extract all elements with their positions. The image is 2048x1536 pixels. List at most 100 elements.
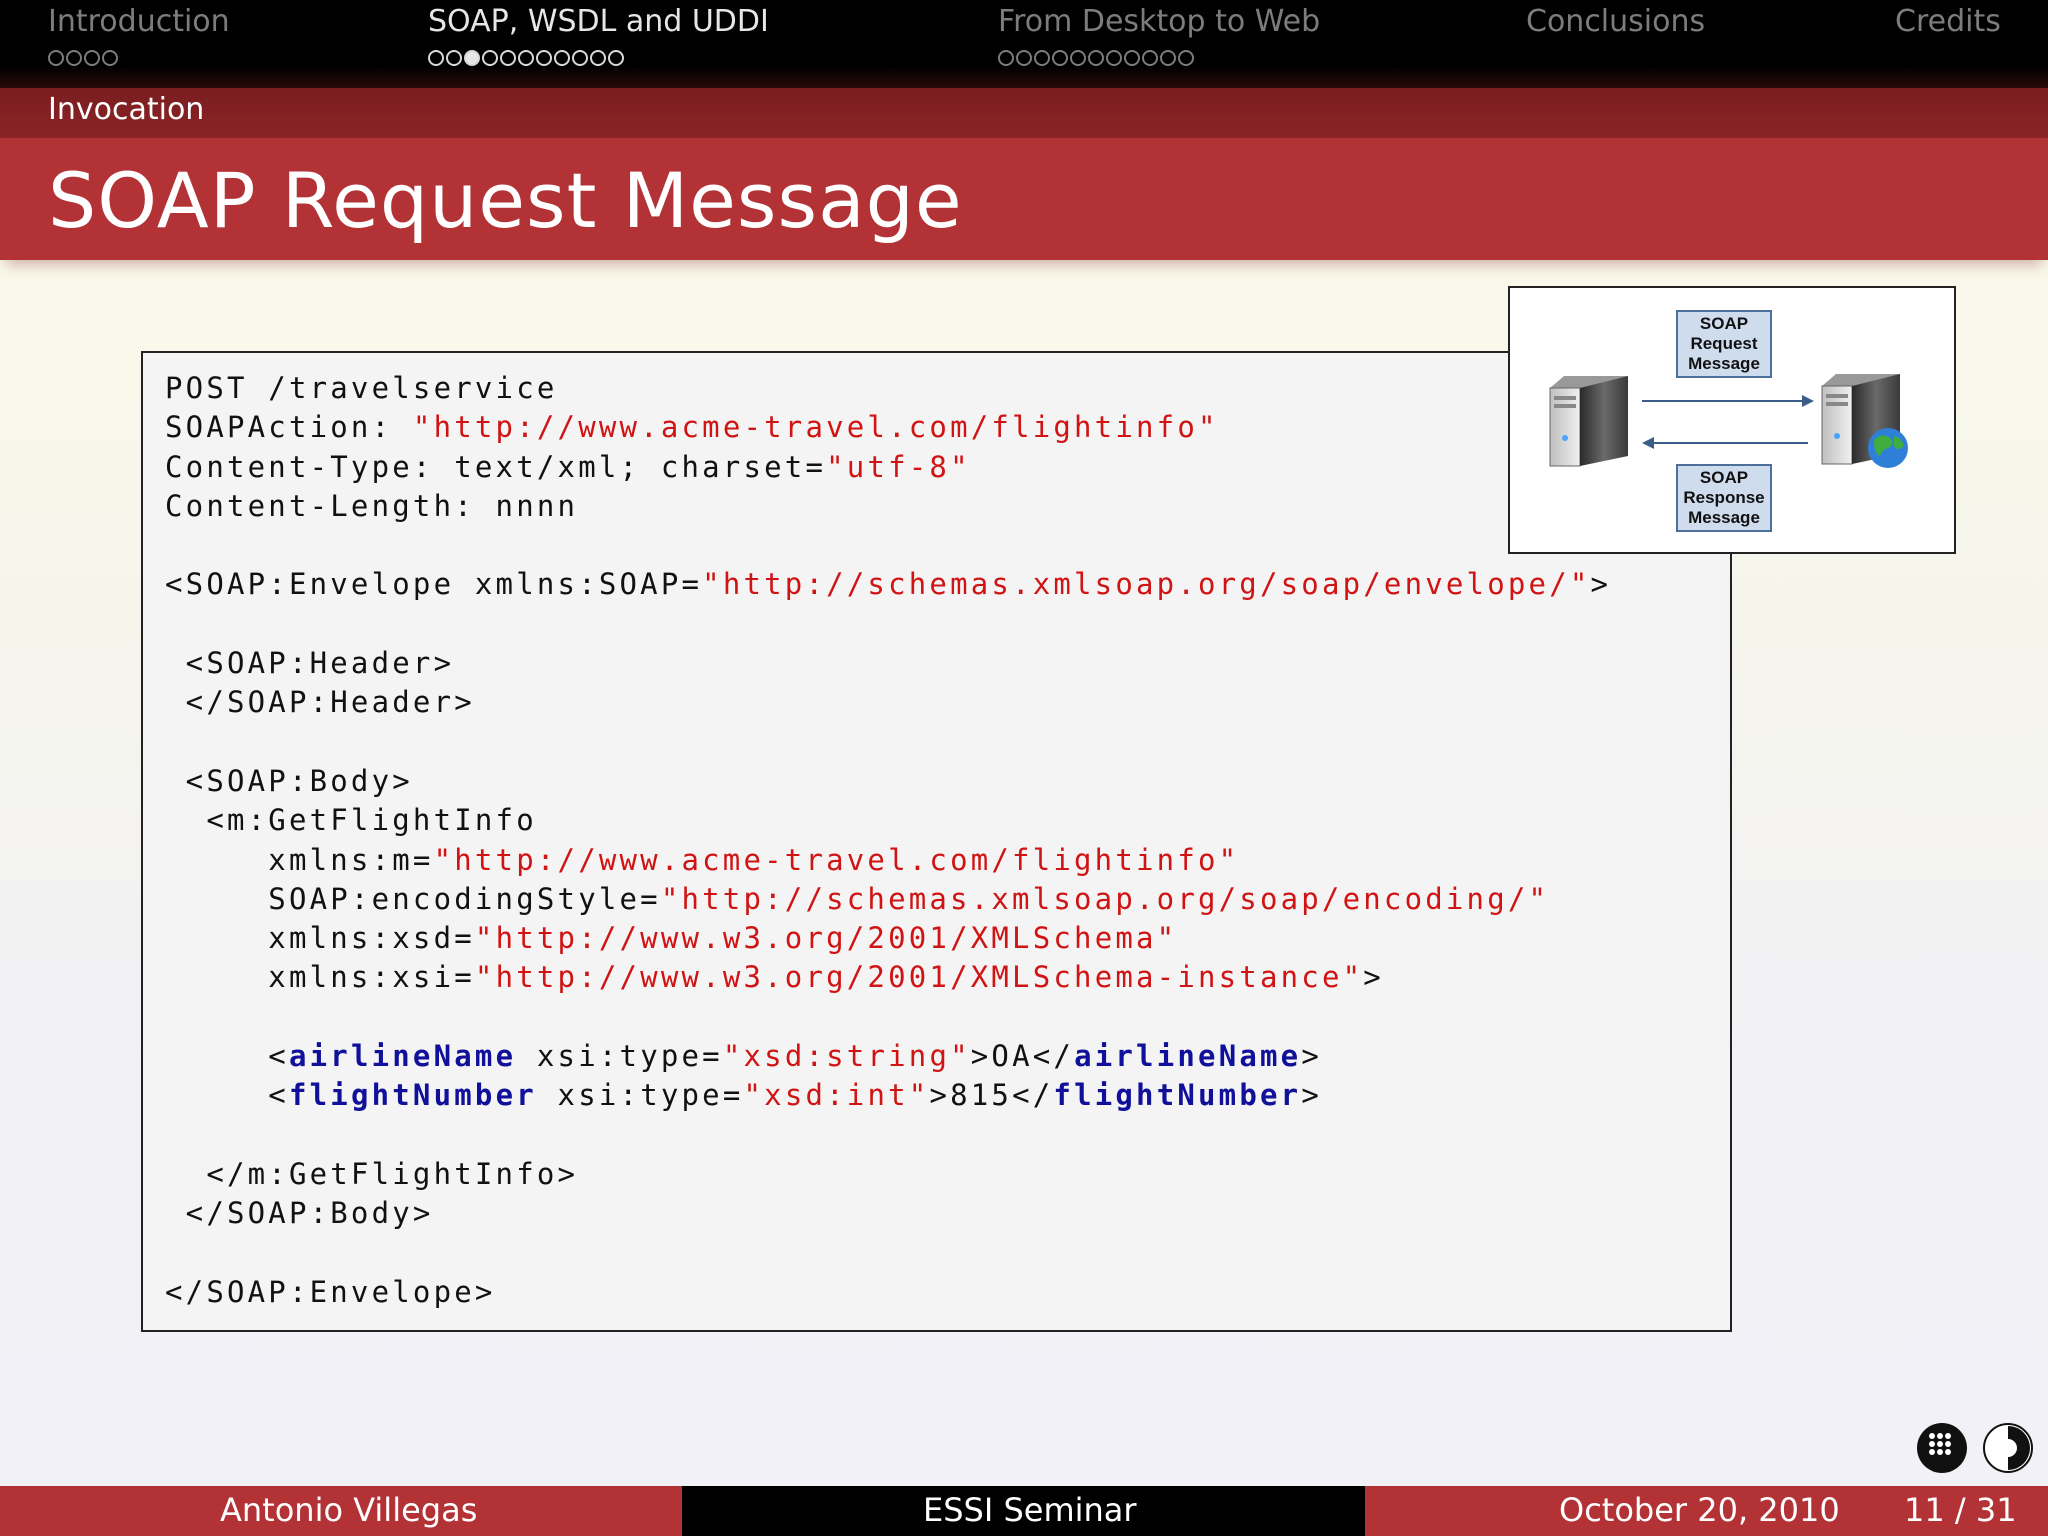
code-text: </SOAP:Header> — [165, 685, 475, 720]
diagram-graphics — [1549, 374, 1908, 468]
code-text: <SOAP:Envelope xmlns:SOAP= — [165, 567, 703, 602]
slide-dot[interactable] — [84, 50, 100, 66]
slide-dot[interactable] — [572, 50, 588, 66]
code-text: <SOAP:Body> — [165, 763, 413, 798]
slide-dot[interactable] — [1124, 50, 1140, 66]
code-string: "utf-8" — [826, 449, 971, 484]
slide-dot[interactable] — [554, 50, 570, 66]
slide-dot[interactable] — [1178, 50, 1194, 66]
code-listing: POST /travelservice SOAPAction: "http://w… — [165, 369, 1611, 1312]
code-line: Content-Type: text/xml; charset="utf-8" — [165, 448, 1611, 487]
code-text: SOAPAction: — [165, 410, 413, 445]
code-string: "http://schemas.xmlsoap.org/soap/envelop… — [702, 567, 1591, 602]
university-logos — [1917, 1423, 2033, 1473]
current-slide-dot[interactable] — [464, 50, 480, 66]
upc-logo-icon — [1917, 1423, 1967, 1473]
code-line: xmlns:m="http://www.acme-travel.com/flig… — [165, 841, 1611, 880]
code-text: Content-Length: nnnn — [165, 488, 579, 523]
code-string: "http://www.w3.org/2001/XMLSchema-instan… — [474, 960, 1364, 995]
page-number: 11 / 31 — [1904, 1491, 2017, 1529]
nav-section-label[interactable]: From Desktop to Web — [998, 4, 1320, 39]
footer-bar: Antonio Villegas ESSI Seminar October 20… — [0, 1486, 2048, 1536]
slide-dot[interactable] — [482, 50, 498, 66]
slide-dot[interactable] — [1052, 50, 1068, 66]
footer-date: October 20, 2010 — [1559, 1491, 1840, 1529]
code-text: </m:GetFlightInfo> — [165, 1156, 579, 1191]
slide-dot[interactable] — [1016, 50, 1032, 66]
footer-event: ESSI Seminar — [923, 1491, 1137, 1529]
code-line: <airlineName xsi:type="xsd:string">OA</a… — [165, 1037, 1611, 1076]
code-text: < — [165, 1039, 289, 1074]
code-text: <SOAP:Header> — [165, 646, 455, 681]
code-text: xmlns:xsd= — [165, 921, 475, 956]
slide-dot[interactable] — [1034, 50, 1050, 66]
section-navigation-bar: Introduction SOAP, WSDL and UDDI From De… — [0, 0, 2048, 88]
response-arrow — [1642, 437, 1808, 449]
code-line: SOAPAction: "http://www.acme-travel.com/… — [165, 408, 1611, 447]
code-text: > — [1301, 1039, 1323, 1074]
slide-dot[interactable] — [1106, 50, 1122, 66]
client-server-icon — [1549, 376, 1628, 467]
slide-dot[interactable] — [1088, 50, 1104, 66]
code-string: "http://www.w3.org/2001/XMLSchema" — [474, 921, 1178, 956]
code-line: xmlns:xsi="http://www.w3.org/2001/XMLSch… — [165, 958, 1611, 997]
nav-section-label[interactable]: Introduction — [48, 4, 230, 39]
slide-dot[interactable] — [608, 50, 624, 66]
code-text: POST /travelservice — [165, 371, 558, 405]
code-string: "http://www.acme-travel.com/flightinfo" — [433, 842, 1240, 877]
code-line: </SOAP:Body> — [165, 1194, 1611, 1233]
code-text: </SOAP:Body> — [165, 1196, 434, 1231]
nav-progress-dots[interactable] — [428, 50, 624, 66]
slide-dot[interactable] — [1142, 50, 1158, 66]
slide-dot[interactable] — [102, 50, 118, 66]
slide-dot[interactable] — [998, 50, 1014, 66]
nav-section-label[interactable]: SOAP, WSDL and UDDI — [428, 4, 769, 39]
nav-progress-dots[interactable] — [998, 50, 1194, 66]
code-string: "http://www.acme-travel.com/flightinfo" — [412, 410, 1219, 445]
code-text: > — [1301, 1078, 1322, 1113]
slide-dot[interactable] — [590, 50, 606, 66]
slide-dot[interactable] — [446, 50, 462, 66]
code-text: xsi:type= — [516, 1039, 723, 1074]
code-line: <SOAP:Envelope xmlns:SOAP="http://schema… — [165, 565, 1611, 604]
footer-date-panel: October 20, 2010 11 / 31 — [1365, 1486, 2048, 1536]
code-text: >OA</ — [970, 1039, 1075, 1074]
slide-dot[interactable] — [66, 50, 82, 66]
code-string: "xsd:int" — [743, 1078, 930, 1113]
code-keyword: airlineName — [1074, 1039, 1302, 1074]
slide-dot[interactable] — [1070, 50, 1086, 66]
code-line: </m:GetFlightInfo> — [165, 1155, 1611, 1194]
nav-progress-dots[interactable] — [48, 50, 118, 66]
footer-author: Antonio Villegas — [220, 1491, 478, 1529]
code-text: >815</ — [929, 1078, 1054, 1113]
code-line: </SOAP:Envelope> — [165, 1273, 1611, 1312]
code-line: <SOAP:Header> — [165, 644, 1611, 683]
slide-dot[interactable] — [500, 50, 516, 66]
code-string: "http://schemas.xmlsoap.org/soap/encodin… — [660, 881, 1550, 916]
nav-section-label[interactable]: Credits — [1895, 4, 2001, 39]
footer-event-panel: ESSI Seminar — [682, 1486, 1365, 1536]
code-line: Content-Length: nnnn — [165, 487, 1611, 526]
code-text: xmlns:xsi= — [165, 960, 475, 995]
code-text: SOAP:encodingStyle= — [165, 881, 661, 916]
request-arrow — [1642, 395, 1814, 407]
slide-dot[interactable] — [518, 50, 534, 66]
code-listing-box: POST /travelservice SOAPAction: "http://w… — [141, 351, 1732, 1332]
slide-dot[interactable] — [48, 50, 64, 66]
nav-section-label[interactable]: Conclusions — [1526, 4, 1705, 39]
globe-icon — [1868, 428, 1908, 468]
doctorate-logo-icon — [1983, 1423, 2033, 1473]
code-line: </SOAP:Header> — [165, 683, 1611, 722]
code-line: SOAP:encodingStyle="http://schemas.xmlso… — [165, 880, 1611, 919]
slide-dot[interactable] — [1160, 50, 1176, 66]
footer-author-panel: Antonio Villegas — [0, 1486, 682, 1536]
code-line: xmlns:xsd="http://www.w3.org/2001/XMLSch… — [165, 919, 1611, 958]
slide-dot[interactable] — [428, 50, 444, 66]
code-keyword: airlineName — [288, 1039, 517, 1074]
title-band: SOAP Request Message — [0, 138, 2048, 260]
slide-dot[interactable] — [536, 50, 552, 66]
